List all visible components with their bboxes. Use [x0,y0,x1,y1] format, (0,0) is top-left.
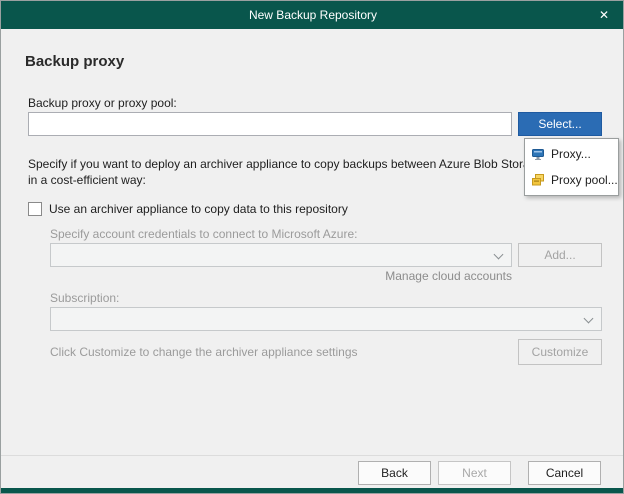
select-dropdown-menu: Proxy... Proxy pool... [524,138,619,196]
select-button[interactable]: Select... [518,112,602,136]
next-button[interactable]: Next [438,461,511,485]
customize-hint-text: Click Customize to change the archiver a… [50,345,358,359]
chevron-down-icon [494,250,504,260]
proxy-pool-icon [531,173,545,187]
customize-button[interactable]: Customize [518,339,602,365]
proxy-icon [531,147,545,161]
footer-divider [1,455,624,456]
menu-item-proxy-label: Proxy... [551,147,591,161]
new-backup-repository-dialog: New Backup Repository ✕ Backup proxy Bac… [0,0,624,494]
archiver-checkbox[interactable] [28,202,42,216]
archiver-description-line2: in a cost-efficient way: [28,173,146,187]
archiver-checkbox-label: Use an archiver appliance to copy data t… [49,202,348,216]
menu-item-proxy-pool-label: Proxy pool... [551,173,618,187]
add-button[interactable]: Add... [518,243,602,267]
back-button[interactable]: Back [358,461,431,485]
archiver-checkbox-row: Use an archiver appliance to copy data t… [28,202,348,216]
subscription-label: Subscription: [50,291,119,305]
titlebar: New Backup Repository ✕ [1,1,624,29]
bottom-accent-bar [1,488,624,494]
subscription-combobox[interactable] [50,307,602,331]
manage-cloud-accounts-link[interactable]: Manage cloud accounts [50,269,512,283]
menu-item-proxy[interactable]: Proxy... [525,141,618,167]
proxy-input[interactable] [28,112,512,136]
archiver-description-line1: Specify if you want to deploy an archive… [28,157,543,171]
chevron-down-icon [584,314,594,324]
credentials-label: Specify account credentials to connect t… [50,227,358,241]
window-title: New Backup Repository [249,8,377,22]
credentials-combobox[interactable] [50,243,512,267]
close-icon[interactable]: ✕ [583,1,624,29]
menu-item-proxy-pool[interactable]: Proxy pool... [525,167,618,193]
page-title: Backup proxy [25,53,124,70]
cancel-button[interactable]: Cancel [528,461,601,485]
proxy-pool-label: Backup proxy or proxy pool: [28,96,177,110]
